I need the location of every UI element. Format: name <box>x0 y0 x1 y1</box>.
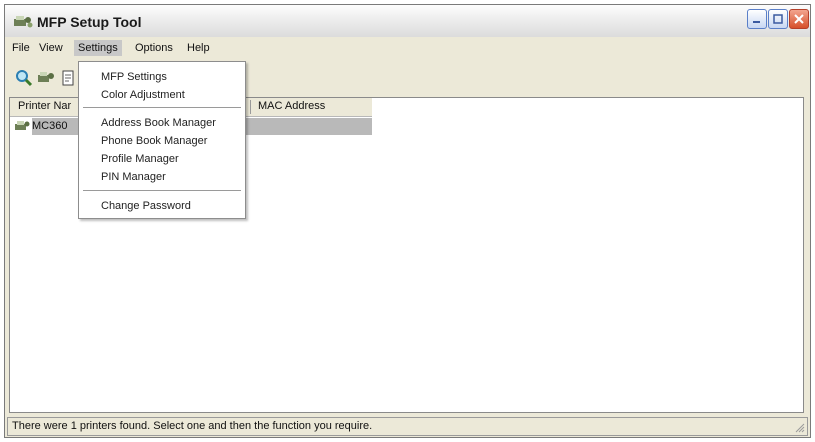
menu-bar: File View Settings Options Help <box>5 37 810 59</box>
column-header-printer-name[interactable]: Printer Nar <box>18 100 78 112</box>
printer-name: MC360 <box>32 120 68 132</box>
menu-options[interactable]: Options <box>131 40 177 56</box>
window-title: MFP Setup Tool <box>37 14 142 30</box>
app-window: MFP Setup Tool File View Settings Option… <box>4 4 811 438</box>
menu-separator <box>83 190 241 191</box>
menu-item-address-book-manager[interactable]: Address Book Manager <box>101 117 216 129</box>
maximize-button[interactable] <box>768 9 788 29</box>
printer-icon <box>15 121 30 130</box>
menu-item-mfp-settings[interactable]: MFP Settings <box>101 71 167 83</box>
settings-dropdown-menu: MFP Settings Color Adjustment Address Bo… <box>78 61 246 219</box>
title-bar[interactable]: MFP Setup Tool <box>5 5 810 37</box>
menu-help[interactable]: Help <box>183 40 214 56</box>
menu-item-color-adjustment[interactable]: Color Adjustment <box>101 89 185 101</box>
minimize-icon <box>753 21 760 23</box>
menu-item-pin-manager[interactable]: PIN Manager <box>101 171 166 183</box>
column-header-mac-address[interactable]: MAC Address <box>258 100 325 112</box>
minimize-button[interactable] <box>747 9 767 29</box>
menu-file[interactable]: File <box>8 40 34 56</box>
menu-separator <box>83 107 241 108</box>
menu-item-phone-book-manager[interactable]: Phone Book Manager <box>101 135 207 147</box>
printer-network-icon[interactable] <box>37 69 55 87</box>
column-divider[interactable] <box>250 100 251 114</box>
close-button[interactable] <box>789 9 809 29</box>
menu-settings[interactable]: Settings <box>74 40 122 56</box>
maximize-icon <box>773 14 783 24</box>
printer-network-icon <box>14 16 33 28</box>
menu-item-change-password[interactable]: Change Password <box>101 200 191 212</box>
status-bar: There were 1 printers found. Select one … <box>7 417 808 436</box>
search-icon[interactable] <box>15 69 33 87</box>
menu-view[interactable]: View <box>35 40 67 56</box>
close-icon <box>794 14 804 24</box>
status-text: There were 1 printers found. Select one … <box>12 420 373 432</box>
resize-grip-icon[interactable] <box>795 423 805 433</box>
document-icon[interactable] <box>59 69 77 87</box>
menu-item-profile-manager[interactable]: Profile Manager <box>101 153 179 165</box>
